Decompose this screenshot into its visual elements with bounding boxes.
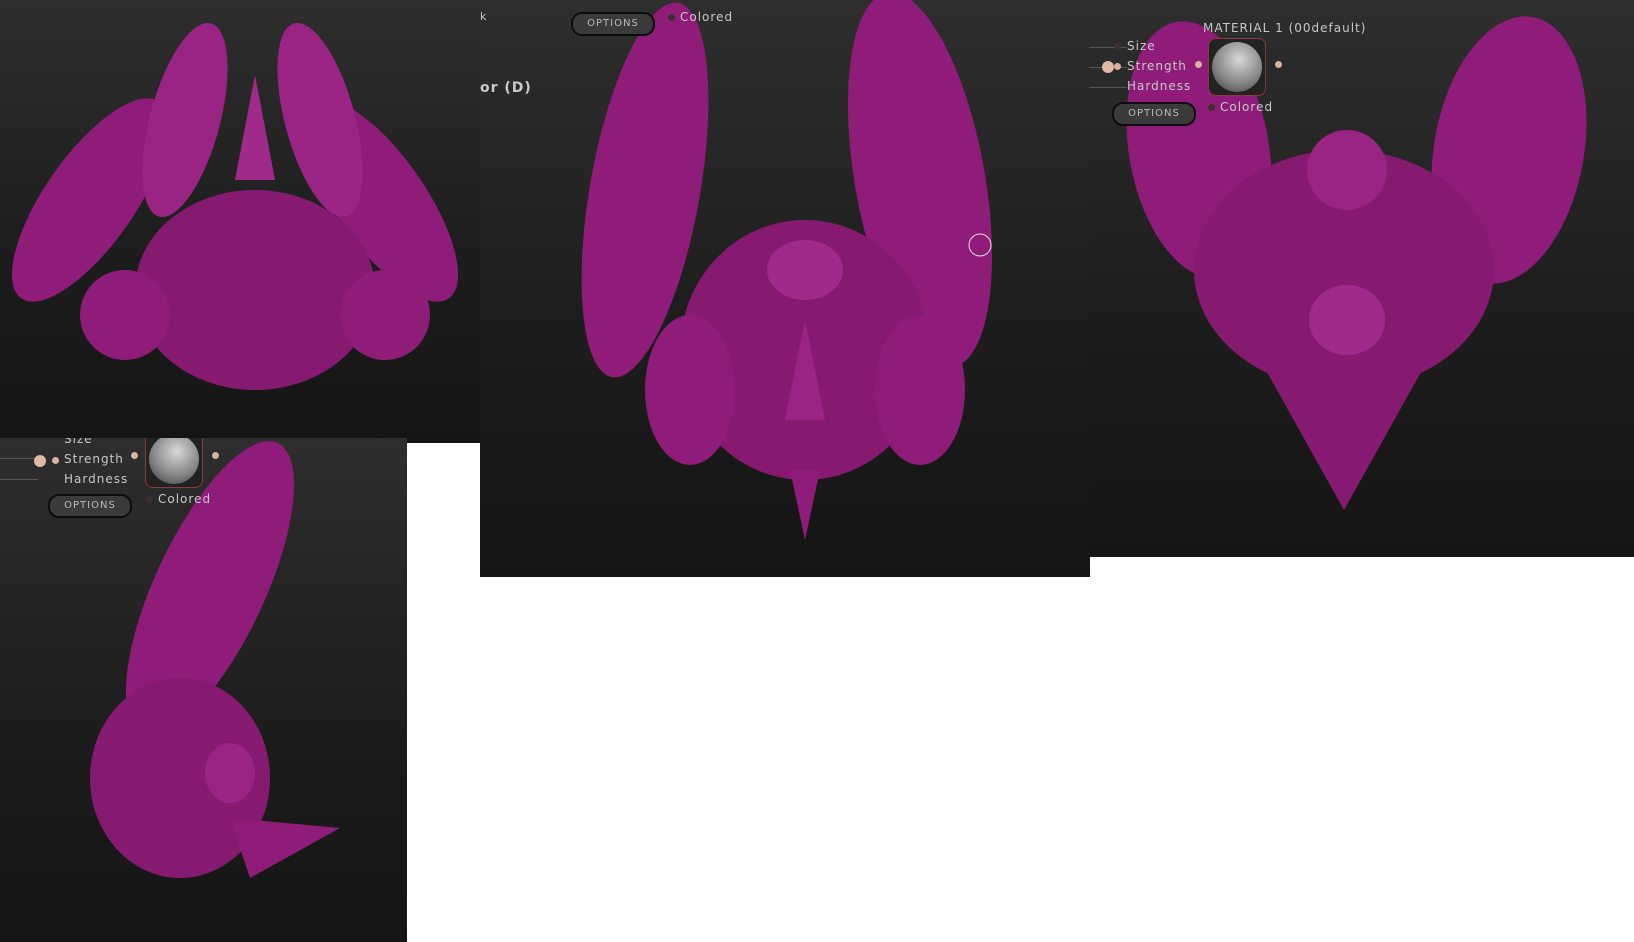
slider-track bbox=[0, 479, 38, 480]
options-button[interactable]: OPTIONS bbox=[571, 12, 655, 36]
size-label: Size bbox=[64, 438, 93, 446]
colored-label: Colored bbox=[1220, 100, 1274, 114]
sculpt-model-front bbox=[581, 0, 993, 540]
strength-slider-handle[interactable] bbox=[1102, 61, 1114, 73]
material-sphere-icon bbox=[1212, 42, 1262, 92]
viewport-bottom-left[interactable]: Size Strength Hardness OPTIONS Colored bbox=[0, 438, 407, 942]
slider-track bbox=[1089, 47, 1127, 48]
colored-toggle[interactable] bbox=[1208, 104, 1215, 111]
options-button[interactable]: OPTIONS bbox=[1112, 102, 1196, 126]
colored-toggle[interactable] bbox=[668, 14, 675, 21]
strength-toggle[interactable] bbox=[52, 457, 59, 464]
material-label: MATERIAL 1 (00default) bbox=[1203, 21, 1367, 35]
partial-menu-label: or (D) bbox=[480, 80, 532, 96]
options-button[interactable]: OPTIONS bbox=[48, 494, 132, 518]
slider-track bbox=[1089, 87, 1127, 88]
material-sphere-icon bbox=[149, 438, 199, 484]
partial-label: k bbox=[480, 10, 488, 23]
material-right-dot bbox=[1275, 61, 1282, 68]
material-left-dot bbox=[1195, 61, 1202, 68]
viewport-top-left[interactable] bbox=[0, 0, 481, 443]
strength-slider-handle[interactable] bbox=[34, 455, 46, 467]
size-toggle[interactable] bbox=[1114, 43, 1121, 50]
strength-toggle[interactable] bbox=[1114, 63, 1121, 70]
viewport-right[interactable]: Size Strength Hardness OPTIONS MATERIAL … bbox=[1089, 0, 1634, 557]
strength-label: Strength bbox=[64, 452, 124, 466]
hardness-label: Hardness bbox=[64, 472, 129, 486]
hardness-label: Hardness bbox=[1127, 79, 1192, 93]
material-sphere-button[interactable] bbox=[1208, 38, 1266, 96]
slider-track bbox=[0, 458, 38, 459]
size-label: Size bbox=[1127, 39, 1156, 53]
material-right-dot bbox=[212, 452, 219, 459]
colored-toggle[interactable] bbox=[146, 496, 153, 503]
material-left-dot bbox=[131, 452, 138, 459]
colored-label: Colored bbox=[158, 492, 212, 506]
sculpt-model-front-low bbox=[11, 22, 459, 390]
viewport-center[interactable]: k OPTIONS Colored or (D) bbox=[480, 0, 1090, 577]
strength-label: Strength bbox=[1127, 59, 1187, 73]
colored-label: Colored bbox=[680, 10, 734, 24]
material-sphere-button[interactable] bbox=[145, 438, 203, 488]
